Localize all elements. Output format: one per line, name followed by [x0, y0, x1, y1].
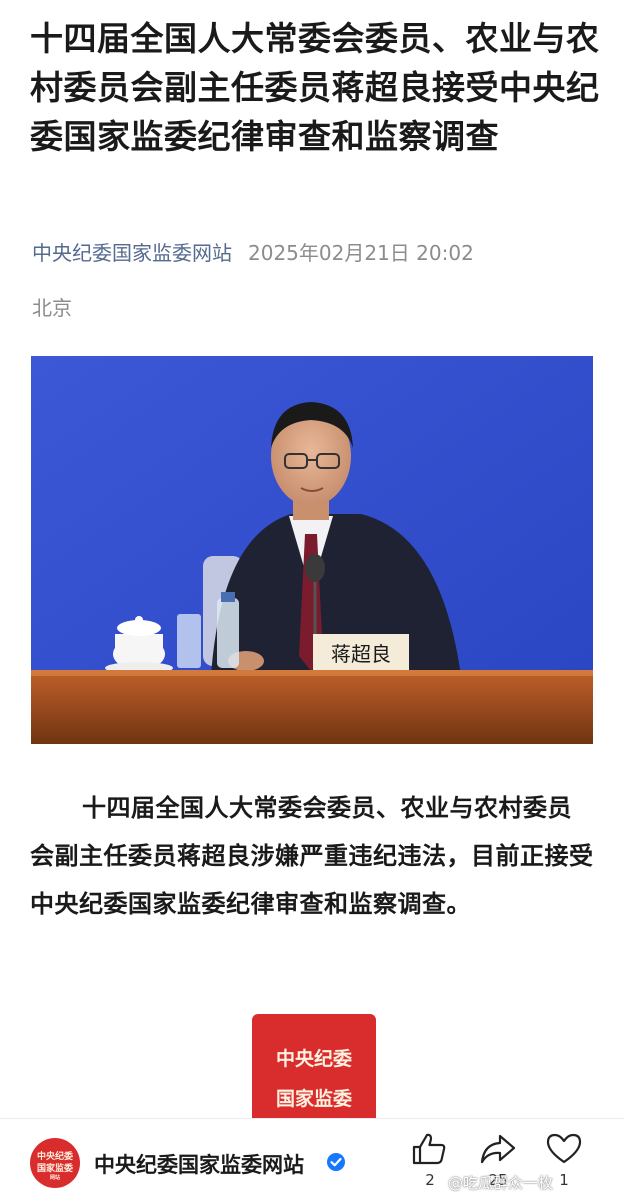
- verified-badge-icon: [327, 1153, 345, 1171]
- article-meta: 中央纪委国家监委网站 2025年02月21日 20:02 北京: [32, 226, 602, 336]
- article-title: 十四届全国人大常委会委员、农业与农村委员会副主任委员蒋超良接受中央纪委国家监委纪…: [30, 19, 600, 156]
- avatar-line-2: 国家监委: [36, 1164, 73, 1174]
- like-icon[interactable]: [410, 1131, 450, 1167]
- account-avatar[interactable]: 中央纪委 国家监委 网站: [30, 1138, 80, 1188]
- article-body: 十四届全国人大常委会委员、农业与农村委员会副主任委员蒋超良涉嫌严重违纪违法，目前…: [30, 794, 594, 918]
- source-link[interactable]: 中央纪委国家监委网站: [32, 241, 232, 265]
- logo-line-1: 中央纪委: [275, 1048, 352, 1070]
- article-photo[interactable]: 蒋超良: [31, 356, 593, 744]
- publish-location: 北京: [32, 296, 72, 320]
- account-name[interactable]: 中央纪委国家监委网站: [94, 1149, 304, 1179]
- press-conference-photo: 蒋超良: [31, 356, 593, 744]
- share-icon[interactable]: [478, 1131, 518, 1167]
- publish-datetime: 2025年02月21日 20:02: [248, 241, 474, 265]
- like-count: 2: [425, 1171, 435, 1189]
- logo-line-2: 国家监委: [275, 1088, 352, 1110]
- watermark-text: @吃瓜群众一枚: [448, 1174, 554, 1192]
- heart-icon[interactable]: [544, 1131, 584, 1167]
- nameplate-text: 蒋超良: [331, 642, 391, 666]
- avatar-line-3: 网站: [49, 1175, 60, 1181]
- site-logo[interactable]: 中央纪委 国家监委 网站: [252, 1014, 376, 1124]
